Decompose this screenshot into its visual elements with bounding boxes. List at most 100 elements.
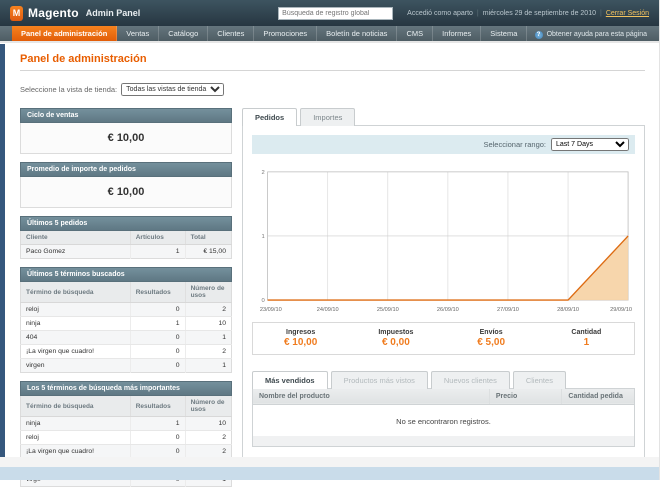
footer-pad	[0, 457, 659, 467]
table-row[interactable]: reloj 0 2	[20, 302, 232, 317]
svg-text:25/09/10: 25/09/10	[377, 307, 399, 313]
col-header: Término de búsqueda	[20, 282, 131, 303]
range-select[interactable]: Last 7 Days	[551, 138, 629, 151]
metric-value: € 10,00	[283, 336, 318, 348]
avg-order-value: € 10,00	[20, 177, 232, 208]
svg-text:0: 0	[261, 298, 265, 304]
metric: Impuestos € 0,00	[348, 329, 443, 348]
sales-cycle-value: € 10,00	[20, 123, 232, 154]
sales-cycle-title: Ciclo de ventas	[20, 108, 232, 123]
page-title: Panel de administración	[20, 53, 147, 65]
orders-chart: 0 1 2 23/09/10 24/09/10 25/09/10 26/09/10 27/09…	[260, 170, 632, 313]
avg-order-box: Promedio de importe de pedidos € 10,00	[20, 162, 232, 208]
empty-message: No se encontraron registros.	[252, 404, 635, 436]
metric-value: € 5,00	[477, 336, 506, 348]
dashboard-left-column: Ciclo de ventas € 10,00 Promedio de impo…	[20, 108, 232, 495]
tab[interactable]: Importes	[300, 108, 356, 126]
col-header: Resultados	[130, 282, 186, 303]
last-orders-box: Últimos 5 pedidos Cliente Artículos Tota…	[20, 216, 232, 259]
range-label: Seleccionar rango:	[483, 140, 546, 149]
metric-value: 1	[583, 336, 590, 348]
global-search-input[interactable]	[278, 6, 394, 20]
empty-row	[252, 435, 635, 447]
table-row[interactable]: virgen 0 1	[20, 358, 232, 373]
page-left-strip	[0, 44, 5, 466]
col-header: Nombre del producto	[252, 388, 490, 405]
col-header: Número de usos	[185, 396, 232, 417]
metric-label: Ingresos	[286, 328, 316, 336]
chart-tabs: Pedidos Importes	[242, 108, 645, 126]
tab[interactable]: Clientes	[512, 370, 566, 389]
col-header: Número de usos	[185, 282, 232, 303]
svg-text:1: 1	[261, 234, 264, 240]
avg-order-title: Promedio de importe de pedidos	[20, 162, 232, 177]
title-divider	[20, 70, 645, 71]
last-search-terms-title: Últimos 5 términos buscados	[20, 267, 232, 282]
grid-tabs: Más vendidos Productos más vistos Nuevos c…	[252, 370, 635, 389]
products-table: Nombre del producto Precio Cantidad pedi…	[252, 387, 635, 448]
nav-item[interactable]: Informes	[433, 26, 482, 41]
col-header: Cliente	[20, 231, 131, 245]
svg-text:28/09/10: 28/09/10	[557, 307, 579, 313]
logout-link[interactable]: Cerrar Sesión	[606, 10, 649, 17]
current-date: miércoles 29 de septiembre de 2010	[482, 9, 596, 17]
table-row[interactable]: ninja 1 10	[20, 316, 232, 331]
svg-text:29/09/10: 29/09/10	[610, 307, 632, 313]
col-header: Precio	[489, 388, 563, 405]
magento-logo-icon: M	[10, 5, 23, 21]
help-icon: ?	[534, 30, 543, 39]
logo-text: Magento	[28, 6, 79, 20]
metric-label: Impuestos	[378, 328, 414, 336]
store-selector-label: Seleccione la vista de tienda:	[20, 85, 118, 94]
svg-text:23/09/10: 23/09/10	[260, 307, 282, 313]
nav-item[interactable]: CMS	[397, 26, 434, 41]
col-header: Término de búsqueda	[20, 396, 131, 417]
tab[interactable]: Nuevos clientes	[430, 370, 510, 389]
metric: Envíos € 5,00	[444, 329, 539, 348]
orders-panel: Seleccionar rango: Last 7 Days 0 1 2 23/09/…	[242, 125, 645, 459]
table-row[interactable]: ¡La virgen que cuadro! 0 2	[20, 344, 232, 359]
metrics-box: Ingresos € 10,00 Impuestos € 0,00 Envíos…	[252, 321, 635, 355]
tab[interactable]: Más vendidos	[252, 370, 328, 389]
sales-cycle-box: Ciclo de ventas € 10,00	[20, 108, 232, 154]
chart-area: 0 1 2 23/09/10 24/09/10 25/09/10 26/09/10 27/09…	[254, 166, 633, 314]
metric-label: Cantidad	[571, 328, 602, 336]
nav-item[interactable]: Boletín de noticias	[317, 26, 398, 41]
metric: Cantidad 1	[539, 329, 634, 348]
metric-value: € 0,00	[381, 336, 410, 348]
nav-item[interactable]: Promociones	[254, 26, 318, 41]
nav-item[interactable]: Catálogo	[159, 26, 209, 41]
magento-logo: M Magento Admin Panel	[10, 5, 141, 21]
metric-label: Envíos	[479, 328, 503, 336]
svg-text:27/09/10: 27/09/10	[497, 307, 519, 313]
col-header: Artículos	[130, 231, 186, 245]
nav-item[interactable]: Sistema	[481, 26, 528, 41]
footer-band	[0, 467, 659, 480]
svg-text:2: 2	[261, 170, 264, 176]
table-row[interactable]: Paco Gomez 1 € 15,00	[20, 244, 232, 259]
help-link[interactable]: ? Obtener ayuda para esta página	[534, 30, 659, 39]
table-row[interactable]: ninja 1 10	[20, 416, 232, 431]
store-view-select[interactable]: Todas las vistas de tienda	[121, 83, 225, 96]
metric: Ingresos € 10,00	[253, 329, 348, 348]
svg-text:26/09/10: 26/09/10	[437, 307, 459, 313]
app-header: M Magento Admin Panel Accedió como apart…	[0, 0, 659, 26]
dashboard-right-column: Pedidos Importes Seleccionar rango: Last …	[242, 108, 645, 459]
last-search-terms-box: Últimos 5 términos buscados Término de b…	[20, 267, 232, 373]
nav-item[interactable]: Panel de administración	[12, 26, 118, 41]
col-header: Cantidad pedida	[561, 388, 635, 405]
logged-in-as: Accedió como aparto	[407, 9, 473, 17]
svg-text:24/09/10: 24/09/10	[317, 307, 339, 313]
top-search-terms-title: Los 5 términos de búsqueda más important…	[20, 381, 232, 396]
range-bar: Seleccionar rango: Last 7 Days	[252, 135, 635, 154]
tab[interactable]: Pedidos	[242, 108, 298, 126]
col-header: Resultados	[130, 396, 186, 417]
logo-suffix: Admin Panel	[85, 8, 141, 18]
nav-item[interactable]: Clientes	[208, 26, 255, 41]
last-orders-title: Últimos 5 pedidos	[20, 216, 232, 231]
table-row[interactable]: reloj 0 2	[20, 430, 232, 445]
col-header: Total	[185, 231, 232, 245]
table-row[interactable]: 404 0 1	[20, 330, 232, 345]
nav-item[interactable]: Ventas	[117, 26, 160, 41]
tab[interactable]: Productos más vistos	[330, 370, 428, 389]
